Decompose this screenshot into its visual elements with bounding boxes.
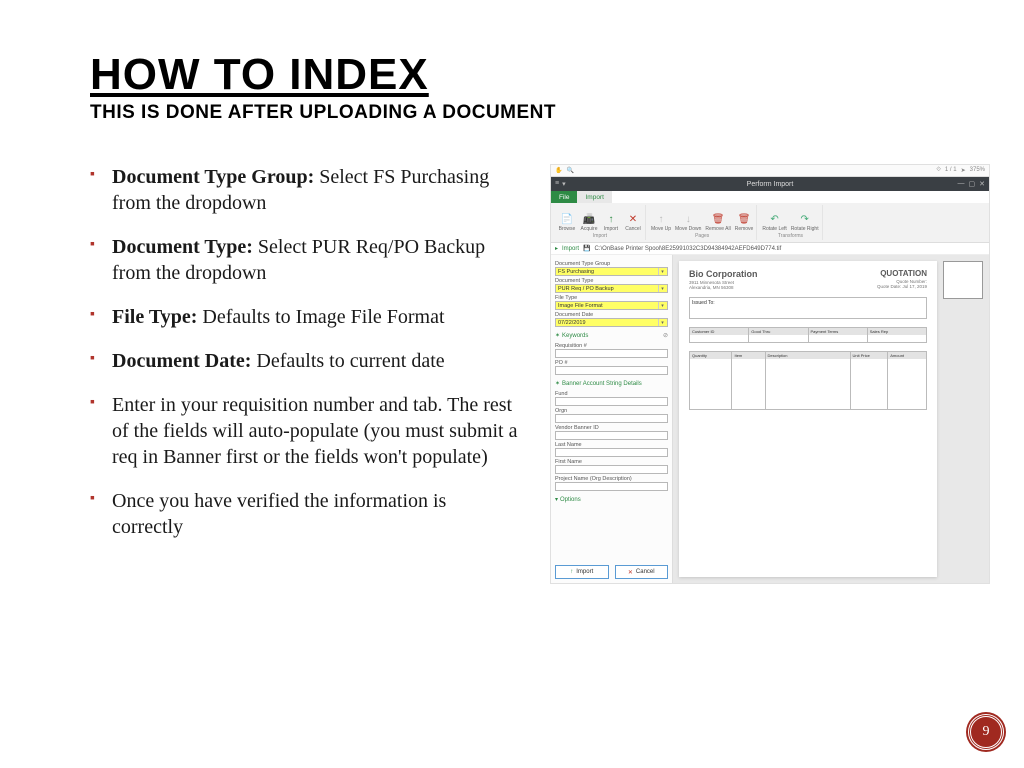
tab-file[interactable]: File bbox=[551, 191, 577, 203]
expand-icon: ▾ bbox=[555, 496, 558, 503]
chevron-down-icon: ▾ bbox=[658, 302, 666, 309]
close-icon: ✕ bbox=[979, 180, 985, 188]
bullet-item: Document Date: Defaults to current date bbox=[90, 348, 520, 374]
dt-select[interactable]: PUR Req / PO Backup▾ bbox=[555, 284, 668, 293]
collapse-icon[interactable]: ✶ bbox=[555, 380, 560, 387]
page-thumbnail[interactable] bbox=[943, 261, 983, 299]
document-preview: Bio Corporation 3911 Minnesota StreetAle… bbox=[673, 255, 989, 583]
bas-section: ✶Banner Account String Details bbox=[555, 380, 668, 387]
collapse-icon[interactable]: ✶ bbox=[555, 332, 560, 339]
import-button[interactable]: ↑Import bbox=[602, 213, 620, 232]
bullet-item: Document Type: Select PUR Req/PO Backup … bbox=[90, 234, 520, 286]
indexing-panel: Document Type Group FS Purchasing▾ Docum… bbox=[551, 255, 673, 583]
doc-line-table: Quantity Item Description Unit Price Amo… bbox=[689, 351, 927, 410]
preview-page: Bio Corporation 3911 Minnesota StreetAle… bbox=[679, 261, 937, 577]
maximize-icon: ▢ bbox=[969, 180, 976, 188]
doc-quote-meta: Quote Number:Quote Date: Jul 17, 2019 bbox=[877, 279, 927, 290]
chevron-down-icon: ▾ bbox=[658, 319, 666, 326]
zoom-icon: 🔍 bbox=[566, 167, 573, 174]
minimize-icon: — bbox=[958, 180, 965, 188]
hand-icon: ✋ bbox=[555, 167, 562, 174]
file-path: C:\OnBase Printer Spool\8E25991032C3D943… bbox=[595, 246, 782, 252]
clear-icon[interactable]: ⊘ bbox=[663, 332, 668, 339]
chevron-down-icon: ▾ bbox=[658, 285, 666, 292]
keywords-section: ✶Keywords⊘ bbox=[555, 332, 668, 339]
pdf-viewer-toolbar: ✋ 🔍 ⟐ 1 / 1 ➤ 375% bbox=[551, 165, 989, 177]
caret-icon: ▸ bbox=[555, 245, 558, 252]
ln-input[interactable] bbox=[555, 448, 668, 457]
moveup-button[interactable]: ↑Move Up bbox=[651, 213, 671, 232]
path-bar: ▸ Import 💾 C:\OnBase Printer Spool\8E259… bbox=[551, 243, 989, 255]
doc-quotation: QUOTATION bbox=[877, 269, 927, 278]
zoom-pct: 375% bbox=[970, 167, 985, 174]
bullet-item: Enter in your requisition number and tab… bbox=[90, 392, 520, 470]
bullet-item: Once you have verified the information i… bbox=[90, 488, 520, 540]
remove-button[interactable]: 🗑Remove bbox=[735, 213, 754, 232]
req-input[interactable] bbox=[555, 349, 668, 358]
slide-title: HOW TO INDEX bbox=[90, 50, 934, 100]
fn-input[interactable] bbox=[555, 465, 668, 474]
pn-input[interactable] bbox=[555, 482, 668, 491]
cursor-icon: ➤ bbox=[961, 167, 966, 174]
po-input[interactable] bbox=[555, 366, 668, 375]
disk-icon: 💾 bbox=[583, 245, 590, 252]
page-nav-icon: 1 / 1 bbox=[945, 167, 957, 174]
removeall-button[interactable]: 🗑Remove All bbox=[705, 213, 730, 232]
movedown-button[interactable]: ↓Move Down bbox=[675, 213, 701, 232]
orgn-input[interactable] bbox=[555, 414, 668, 423]
ribbon: 📄Browse 📠Acquire ↑Import ✕Cancel Import … bbox=[551, 203, 989, 243]
rotateright-button[interactable]: ↷Rotate Right bbox=[791, 213, 819, 232]
doc-header-table: Customer ID Good Thru Payment Terms Sale… bbox=[689, 327, 927, 343]
fund-input[interactable] bbox=[555, 397, 668, 406]
doc-address: 3911 Minnesota StreetAlexandria, MN 5630… bbox=[689, 280, 758, 291]
tab-import[interactable]: Import bbox=[577, 191, 611, 203]
doc-issued-to: Issued To: bbox=[689, 297, 927, 319]
doc-company: Bio Corporation bbox=[689, 269, 758, 279]
acquire-button[interactable]: 📠Acquire bbox=[580, 213, 598, 232]
chevron-down-icon: ▾ bbox=[658, 268, 666, 275]
bullet-item: Document Type Group: Select FS Purchasin… bbox=[90, 164, 520, 216]
import-action-button[interactable]: ↑Import bbox=[555, 565, 609, 579]
dd-input[interactable]: 07/22/2019▾ bbox=[555, 318, 668, 327]
bullet-list: Document Type Group: Select FS Purchasin… bbox=[90, 164, 520, 584]
ft-select[interactable]: Image File Format▾ bbox=[555, 301, 668, 310]
path-label: Import bbox=[562, 246, 579, 252]
dtg-select[interactable]: FS Purchasing▾ bbox=[555, 267, 668, 276]
rotateleft-button[interactable]: ↶Rotate Left bbox=[762, 213, 786, 232]
window-title: Perform Import bbox=[747, 181, 794, 188]
thumbnail-strip bbox=[943, 261, 983, 577]
cancel-action-button[interactable]: ✕Cancel bbox=[615, 565, 669, 579]
app-screenshot: ✋ 🔍 ⟐ 1 / 1 ➤ 375% ≡▾ Perform Import —▢✕… bbox=[550, 164, 990, 584]
options-section[interactable]: ▾Options bbox=[555, 496, 668, 503]
page-number-badge: 9 bbox=[968, 714, 1004, 750]
nav-icon: ⟐ bbox=[936, 167, 941, 174]
menu-icon: ≡ bbox=[555, 180, 559, 188]
app-titlebar: ≡▾ Perform Import —▢✕ bbox=[551, 177, 989, 191]
browse-button[interactable]: 📄Browse bbox=[558, 213, 576, 232]
slide-subtitle: THIS IS DONE AFTER UPLOADING A DOCUMENT bbox=[90, 102, 934, 124]
cancel-button[interactable]: ✕Cancel bbox=[624, 213, 642, 232]
ribbon-tabs: File Import bbox=[551, 191, 989, 203]
vbid-input[interactable] bbox=[555, 431, 668, 440]
bullet-item: File Type: Defaults to Image File Format bbox=[90, 304, 520, 330]
